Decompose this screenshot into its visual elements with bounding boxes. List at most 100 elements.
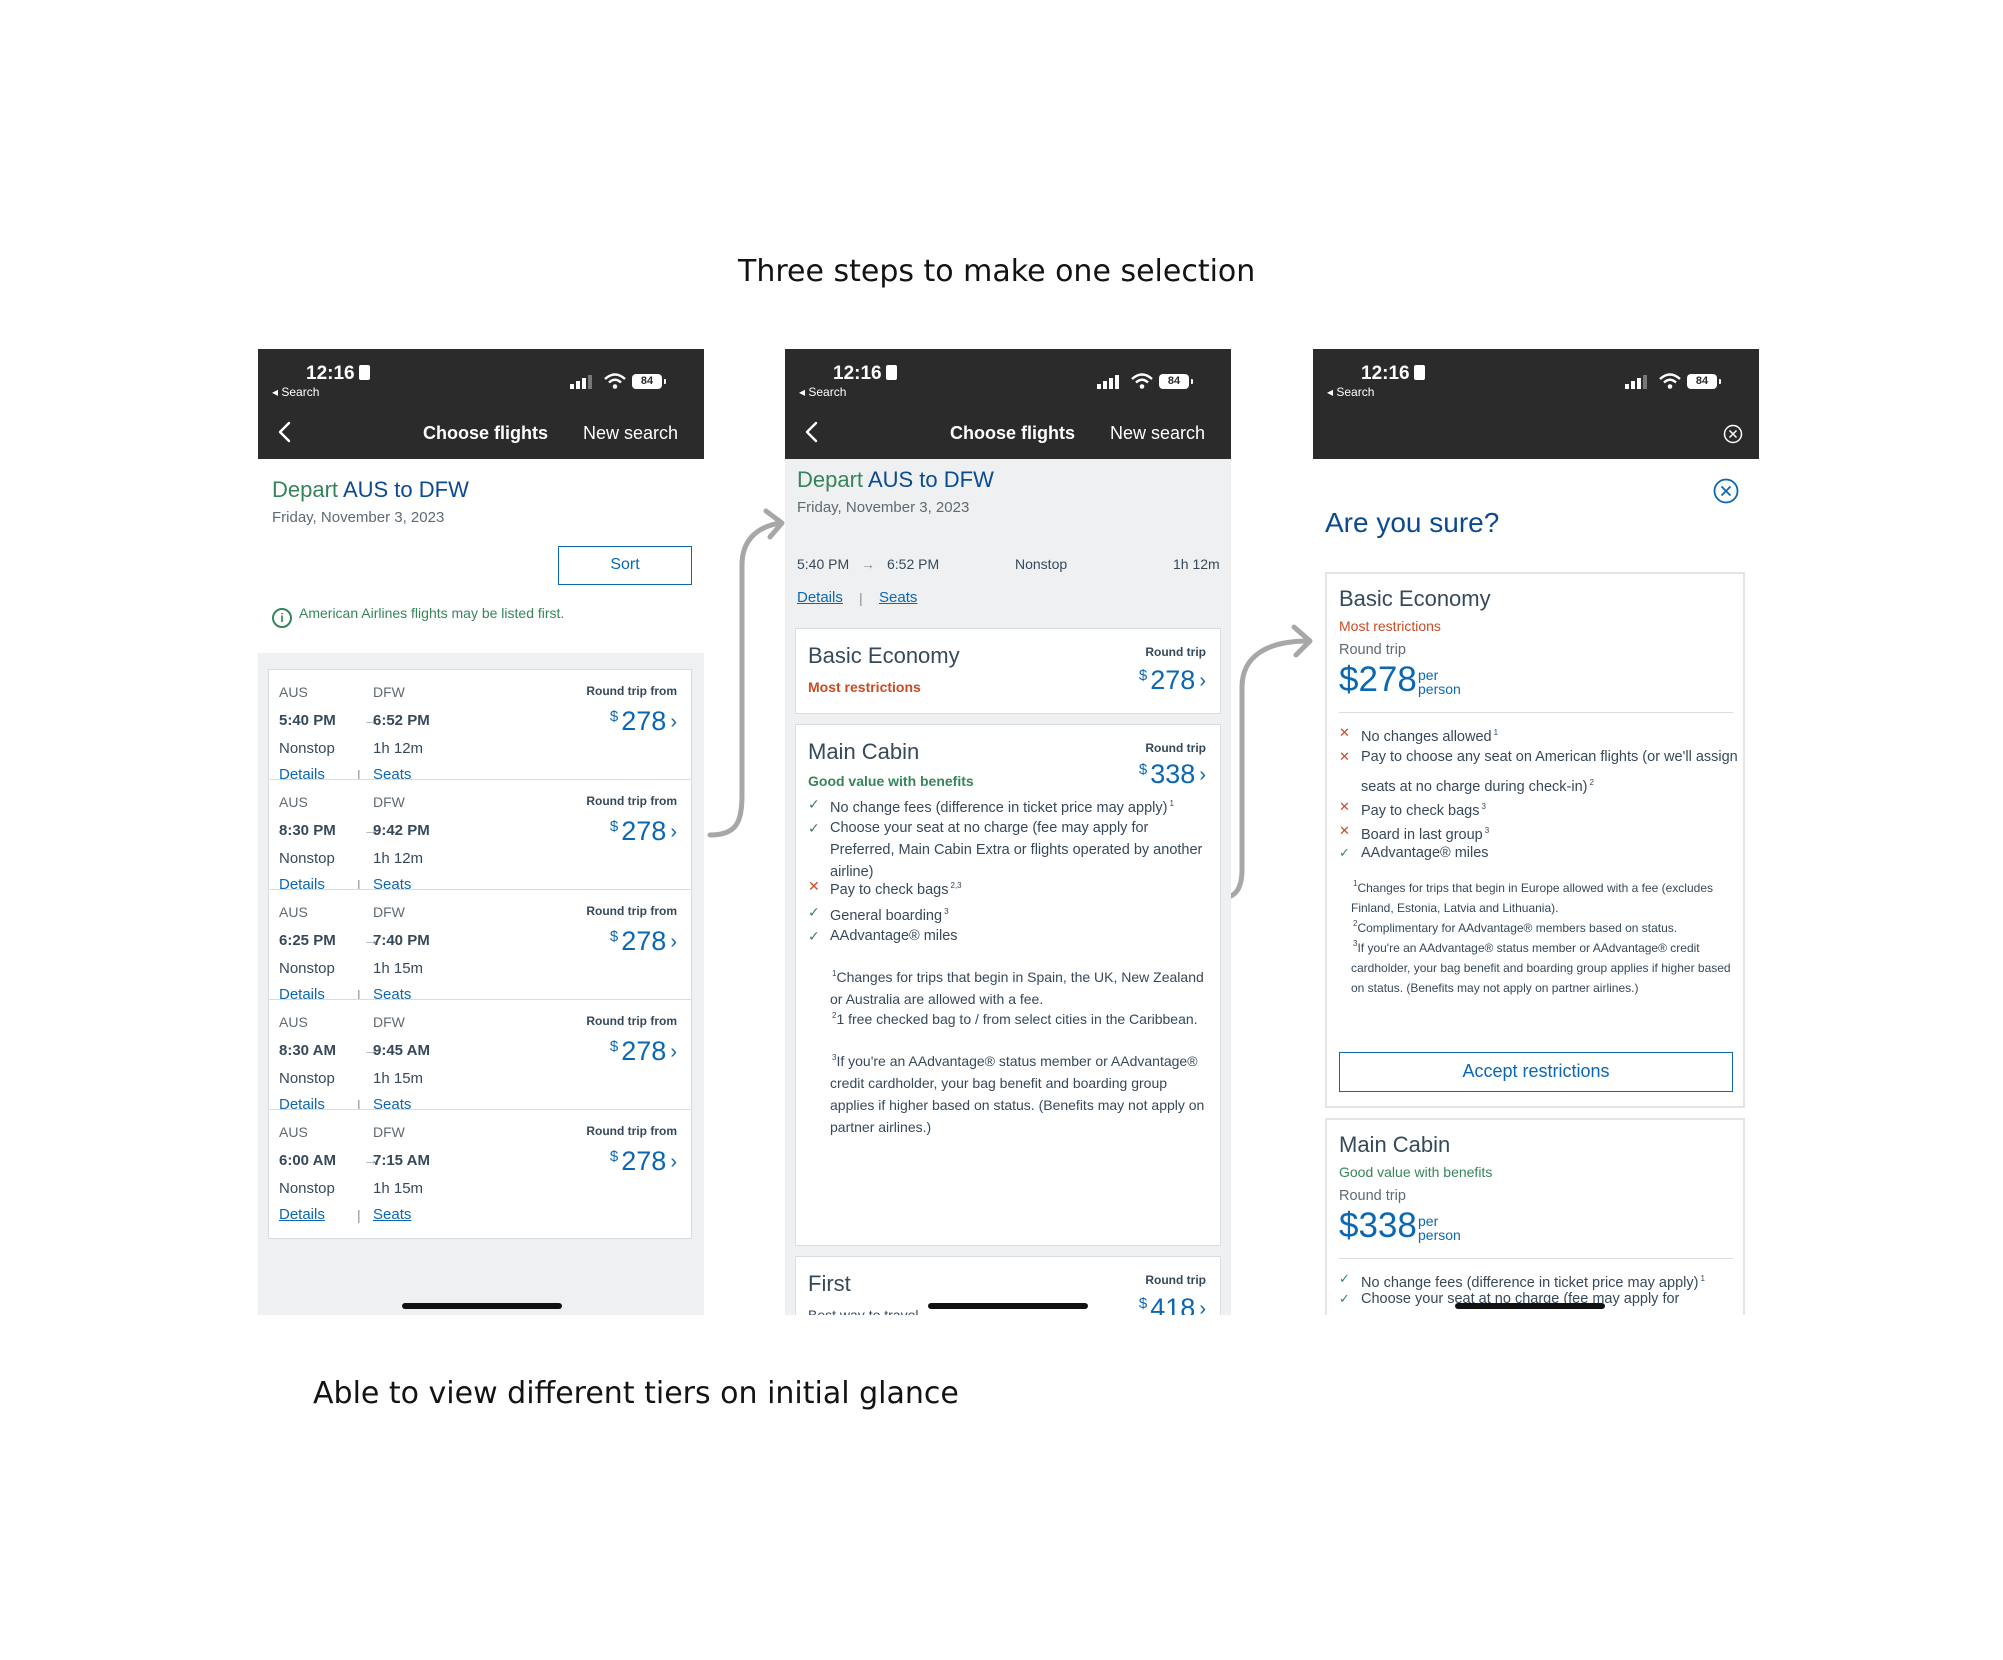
tier-tag: Most restrictions [808,679,921,695]
round-trip-label: Round trip from [586,1124,677,1138]
per-person-label: per person [1418,1213,1461,1243]
battery-icon: 84 [1687,374,1721,389]
feature-item: ✕ Pay to check bags 2,3 [808,875,1208,901]
close-circle-icon[interactable] [1713,478,1739,504]
flight-price[interactable]: $278 › [610,926,677,957]
flight-card[interactable]: AUS DFW Round trip from 6:00 AM → 7:15 AM $278… [268,1109,692,1239]
tier-main-cabin-card[interactable]: Main Cabin Good value with benefits Roun… [1325,1118,1745,1315]
footnote-marker: 3 [1484,826,1490,835]
signal-icon [1097,375,1119,389]
back-to-search-link[interactable]: ◂ Search [272,385,319,399]
feature-text: AAdvantage® miles [830,928,958,944]
caption-view-tiers: Able to view different tiers on initial … [313,1376,959,1411]
status-icons: 84 [570,373,670,391]
flight-list: AUS DFW Round trip from 5:40 PM → 6:52 PM $278… [258,653,704,1315]
chevron-right-icon: › [670,931,677,953]
feature-text: Choose your seat at no charge (fee may a… [830,820,1203,880]
home-indicator [1455,1303,1605,1309]
arrival-time: 7:15 AM [373,1152,430,1169]
tier-price[interactable]: $338 › [1139,759,1206,790]
flight-duration: 1h 15m [373,1070,424,1087]
footnote-marker: 3 [1481,802,1486,811]
flight-duration: 1h 12m [373,850,424,867]
footnote: 3If you're an AAdvantage® status member … [830,1047,1210,1138]
flight-stops: Nonstop [279,960,335,977]
chevron-right-icon: › [1199,764,1206,786]
details-link[interactable]: Details [797,589,843,606]
tier-basic-economy[interactable]: Basic Economy Most restrictions Round tr… [795,628,1221,714]
x-icon: ✕ [1339,725,1350,740]
departure-time: 6:25 PM [279,932,336,949]
battery-icon: 84 [1159,374,1193,389]
caption-three-steps: Three steps to make one selection [738,254,1256,289]
details-link[interactable]: Details [279,1206,325,1223]
seats-link[interactable]: Seats [373,1206,411,1223]
depart-heading: Depart AUS to DFW [797,467,994,492]
flight-stops: Nonstop [279,850,335,867]
status-time: 12:16 [306,363,370,385]
tier-tag: Good value with benefits [1339,1164,1493,1180]
confirm-title: Are you sure? [1325,507,1500,538]
destination-code: DFW [373,1014,405,1030]
trip-arrival-time: 6:52 PM [887,556,940,572]
footnote-text: Complimentary for AAdvantage® members ba… [1357,921,1678,935]
tier-price: $278 [1339,660,1417,699]
divider [1339,712,1733,713]
tier-name: First [808,1271,851,1296]
wifi-icon [1659,373,1681,389]
seats-link[interactable]: Seats [879,589,917,606]
tier-price: $338 [1339,1206,1417,1245]
footnote-text: Changes for trips that begin in Europe a… [1351,881,1713,915]
flight-stops: Nonstop [279,740,335,757]
tier-main-cabin[interactable]: Main Cabin Good value with benefits Roun… [795,724,1221,1246]
new-search-button[interactable]: New search [583,423,678,444]
check-icon: ✓ [808,904,820,920]
home-indicator [928,1303,1088,1309]
x-icon: ✕ [1339,749,1350,764]
flight-price[interactable]: $278 › [610,1036,677,1067]
sort-button[interactable]: Sort [558,546,692,585]
close-circle-icon[interactable] [1723,424,1743,444]
tier-price[interactable]: $418 › [1139,1293,1206,1315]
chevron-left-icon[interactable] [803,421,821,443]
footnote: 21 free checked bag to / from select cit… [830,1005,1210,1030]
round-trip-label: Round trip [1339,1188,1406,1204]
feature-text: No change fees (difference in ticket pri… [830,799,1174,816]
back-to-search-link[interactable]: ◂ Search [799,385,846,399]
accept-restrictions-button[interactable]: Accept restrictions [1339,1052,1733,1092]
arrival-time: 9:45 AM [373,1042,430,1059]
arrow-right-icon: → [861,556,875,572]
status-and-nav-bar: 12:16 ◂ Search 84 Choose flights New sea… [258,349,704,459]
feature-item: ✕ Pay to choose any seat on American flig… [1339,744,1739,800]
id-card-icon [885,365,897,380]
screen-fare-tiers: 12:16 ◂ Search 84 Choose flights New sea… [785,349,1231,1315]
footnote: 3If you're an AAdvantage® status member … [1351,934,1733,998]
arrival-time: 6:52 PM [373,712,430,729]
flight-price[interactable]: $278 › [610,1146,677,1177]
check-icon: ✓ [808,928,820,944]
back-to-search-link[interactable]: ◂ Search [1327,385,1374,399]
per-person-label: per person [1418,667,1461,697]
footnote-marker: 3 [944,907,949,916]
status-bar: 12:16 ◂ Search 84 [1313,349,1759,459]
round-trip-label: Round trip from [586,904,677,918]
round-trip-label: Round trip [1145,645,1206,659]
flight-price[interactable]: $278 › [610,816,677,847]
new-search-button[interactable]: New search [1110,423,1205,444]
footnote-text: 1 free checked bag to / from select citi… [836,1011,1198,1027]
chevron-left-icon[interactable] [276,421,294,443]
destination-code: DFW [373,1124,405,1140]
status-and-nav-bar: 12:16 ◂ Search 84 Choose flights New sea… [785,349,1231,459]
flight-price[interactable]: $278 › [610,706,677,737]
x-icon: ✕ [1339,799,1350,814]
flight-duration: 1h 12m [373,740,424,757]
trip-duration: 1h 12m [1173,556,1220,572]
flow-arrow-1-path [707,520,783,838]
tier-price[interactable]: $278 › [1139,665,1206,696]
link-separator: | [859,590,863,606]
arrival-time: 7:40 PM [373,932,430,949]
feature-item: ✓ AAdvantage® miles [1339,840,1739,866]
footnote-text: If you're an AAdvantage® status member o… [1351,941,1731,995]
chevron-right-icon: › [1199,1298,1206,1315]
chevron-right-icon: › [1199,670,1206,692]
